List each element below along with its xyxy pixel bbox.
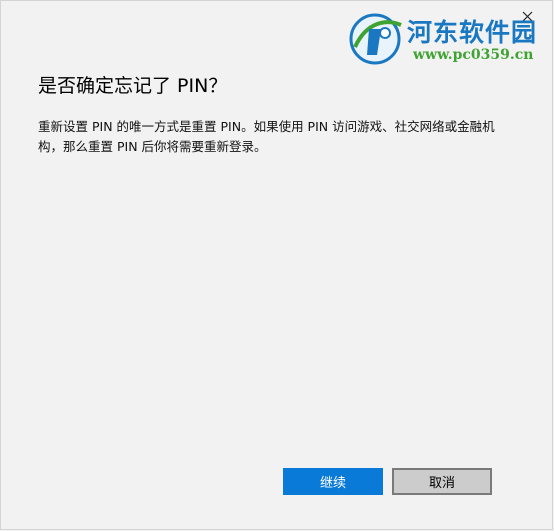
- watermark: 河东软件园 www.pc0359.cn: [347, 7, 547, 69]
- watermark-site-name: 河东软件园: [407, 18, 538, 47]
- cancel-button[interactable]: 取消: [392, 468, 492, 495]
- site-logo-icon: [347, 11, 407, 67]
- dialog-description: 重新设置 PIN 的唯一方式是重置 PIN。如果使用 PIN 访问游戏、社交网络…: [38, 119, 495, 154]
- dialog-title: 是否确定忘记了 PIN？: [38, 75, 228, 97]
- continue-button[interactable]: 继续: [283, 468, 383, 495]
- pin-reset-dialog: 河东软件园 www.pc0359.cn 是否确定忘记了 PIN？ 重新设置 PI…: [0, 0, 553, 530]
- watermark-url: www.pc0359.cn: [413, 47, 534, 63]
